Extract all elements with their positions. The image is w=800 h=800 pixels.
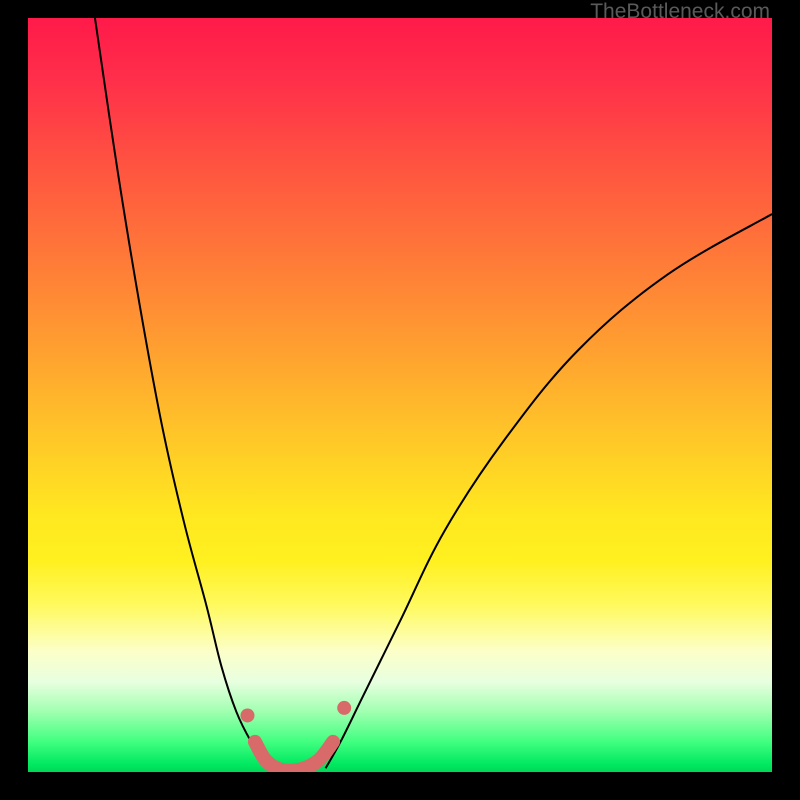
series-right-curve xyxy=(326,214,772,768)
chart-container: TheBottleneck.com xyxy=(0,0,800,800)
chart-svg xyxy=(28,18,772,772)
plot-area xyxy=(28,18,772,772)
marker-1 xyxy=(337,701,351,715)
series-left-curve xyxy=(95,18,274,768)
series-bottom-highlight xyxy=(255,742,333,771)
watermark-text: TheBottleneck.com xyxy=(590,0,770,24)
marker-0 xyxy=(240,708,254,722)
